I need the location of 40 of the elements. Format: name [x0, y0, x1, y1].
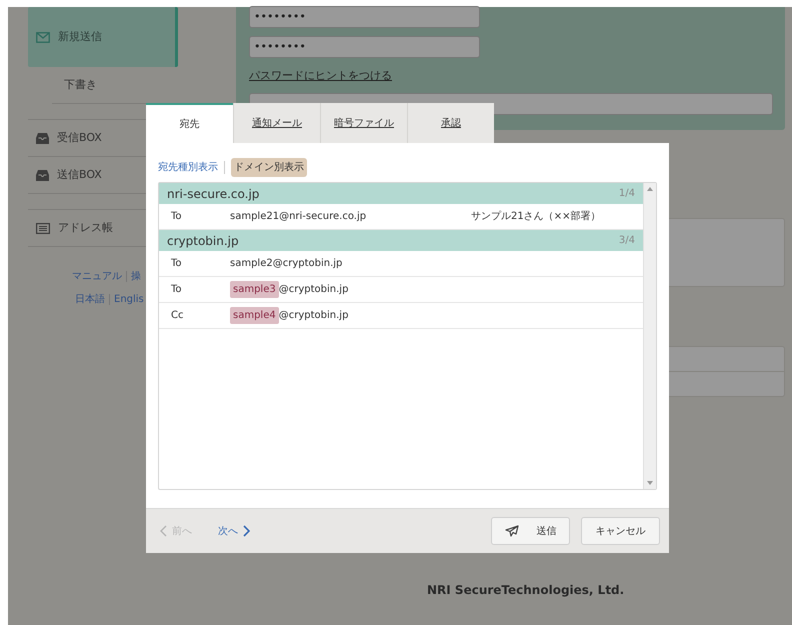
footer-link[interactable]: 日本語 [75, 292, 105, 307]
recipient-type: To [171, 257, 183, 271]
domain-name: cryptobin.jp [167, 232, 239, 250]
company-name: NRI SecureTechnologies, Ltd. [427, 582, 626, 599]
recipient-count: 3/4 [618, 234, 635, 248]
recipient-type: To [171, 283, 183, 297]
hint-link[interactable]: パスワードにヒントをつける [249, 68, 392, 84]
scroll-down-icon[interactable] [647, 481, 653, 485]
address-domain: @cryptobin.jp [278, 309, 348, 323]
password-field[interactable]: •••••••• [249, 6, 480, 28]
chevron-left-icon [160, 525, 167, 537]
tray-icon [36, 170, 49, 180]
cancel-button[interactable]: キャンセル [581, 517, 660, 545]
address-book-icon [36, 222, 50, 234]
dialog-tab[interactable]: 承認 [407, 103, 494, 143]
footer-link[interactable]: Englis [114, 292, 144, 307]
address-tag: sample3 [230, 281, 279, 298]
recipient-type: To [171, 210, 183, 224]
recipient-address: sample2@cryptobin.jp [230, 257, 342, 271]
dialog-tab[interactable]: 通知メール [233, 103, 320, 143]
send-button[interactable]: 送信 [491, 517, 570, 545]
mail-icon [36, 32, 50, 42]
password-confirm-field[interactable]: •••••••• [249, 36, 480, 58]
chevron-right-icon [243, 525, 250, 537]
recipient-count: 1/4 [618, 187, 635, 201]
tray-icon [36, 132, 49, 144]
footer-link[interactable]: マニュアル [72, 269, 122, 284]
paper-plane-icon [504, 525, 518, 537]
dialog-tab[interactable]: 暗号ファイル [320, 103, 407, 143]
address-tag: sample4 [230, 307, 279, 324]
address-domain: @cryptobin.jp [278, 283, 348, 297]
next-button[interactable]: 次へ [218, 524, 250, 538]
scroll-up-icon[interactable] [647, 187, 653, 191]
recipient-name: サンプル21さん（××部署） [471, 210, 600, 224]
view-toggle[interactable]: 宛先種別表示 [158, 160, 218, 174]
dialog-tab[interactable]: 宛先 [146, 103, 233, 143]
footer-link[interactable]: 操 [131, 269, 141, 284]
sidebar-item[interactable]: 新規送信 [28, 7, 178, 67]
view-toggle[interactable]: ドメイン別表示 [231, 158, 307, 176]
recipient-type: Cc [171, 309, 184, 323]
